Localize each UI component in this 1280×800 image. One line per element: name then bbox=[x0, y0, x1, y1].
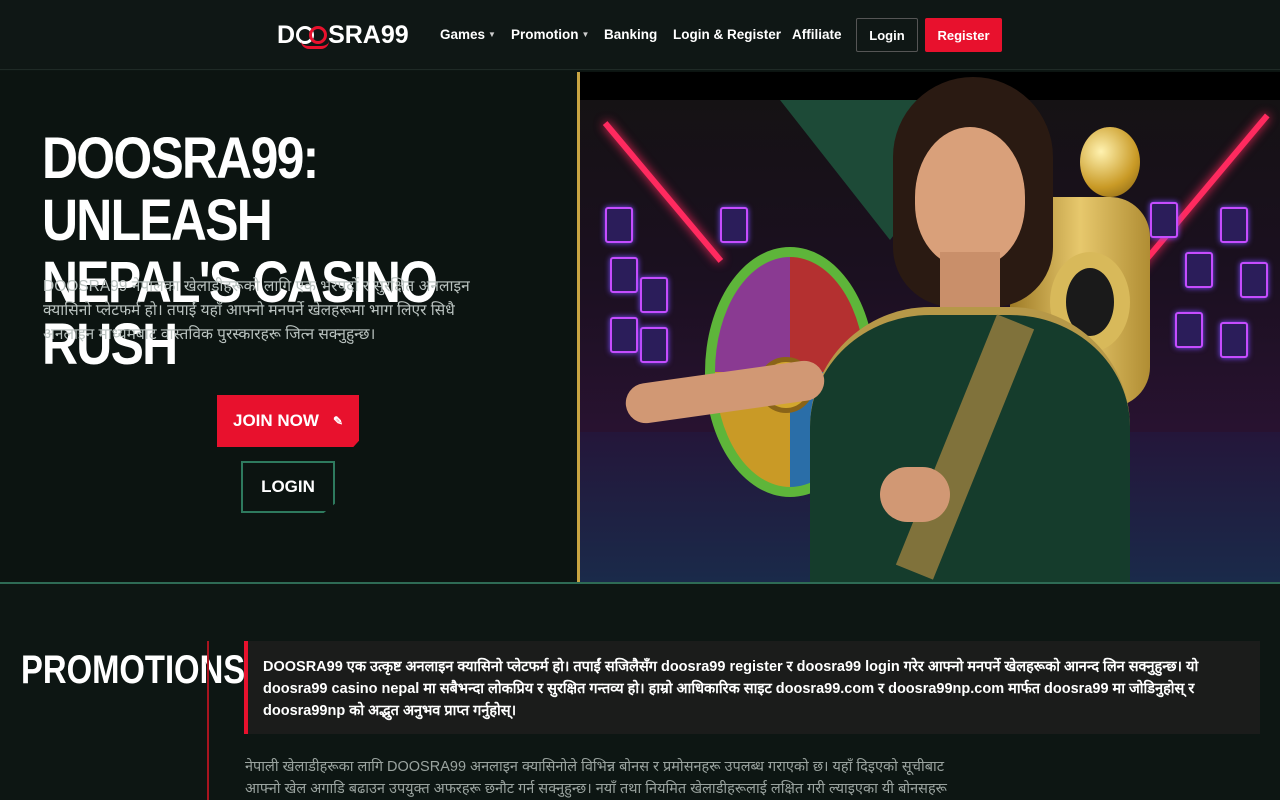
nav-affiliate[interactable]: Affiliate bbox=[792, 27, 842, 42]
header-register-button[interactable]: Register bbox=[925, 18, 1002, 52]
logo-swoosh bbox=[301, 41, 329, 49]
join-now-button[interactable]: JOIN NOW ✎ bbox=[217, 395, 359, 447]
section-divider bbox=[0, 582, 1280, 584]
promotions-highlight-text: DOOSRA99 एक उत्कृष्ट अनलाइन क्यासिनो प्ल… bbox=[263, 659, 1199, 719]
pencil-icon: ✎ bbox=[332, 414, 343, 428]
nav-banking[interactable]: Banking bbox=[604, 27, 657, 42]
promotions-description: नेपाली खेलाडीहरूका लागि DOOSRA99 अनलाइन … bbox=[245, 759, 947, 797]
slot-machine bbox=[1240, 262, 1268, 298]
slot-machine bbox=[1150, 202, 1178, 238]
nav-games[interactable]: Games ▼ bbox=[440, 27, 496, 42]
site-logo[interactable]: D SRA99 bbox=[277, 20, 409, 50]
promotions-divider bbox=[207, 641, 209, 800]
slot-machine bbox=[1175, 312, 1203, 348]
header-login-button[interactable]: Login bbox=[856, 18, 918, 52]
slot-machine bbox=[640, 327, 668, 363]
nav-login-register[interactable]: Login & Register bbox=[673, 27, 781, 42]
hero-description: DOOSRA99 नेपालका खेलाडीहरूको लागि एक भरप… bbox=[43, 278, 470, 343]
slot-machine bbox=[1220, 207, 1248, 243]
slot-machine bbox=[1220, 322, 1248, 358]
site-header: D SRA99 Games ▼ Promotion ▼ Banking Login &… bbox=[0, 0, 1280, 70]
promotions-title: PROMOTIONS bbox=[21, 648, 246, 692]
hero-login-button[interactable]: LOGIN bbox=[241, 461, 335, 513]
chevron-down-icon: ▼ bbox=[488, 30, 496, 39]
hero-image bbox=[577, 72, 1280, 582]
nav-promotion[interactable]: Promotion ▼ bbox=[511, 27, 589, 42]
slot-machine bbox=[720, 207, 748, 243]
slot-machine bbox=[610, 257, 638, 293]
chevron-down-icon: ▼ bbox=[581, 30, 590, 39]
slot-machine bbox=[605, 207, 633, 243]
slot-machine bbox=[640, 277, 668, 313]
slot-machine bbox=[1185, 252, 1213, 288]
slot-machine bbox=[610, 317, 638, 353]
